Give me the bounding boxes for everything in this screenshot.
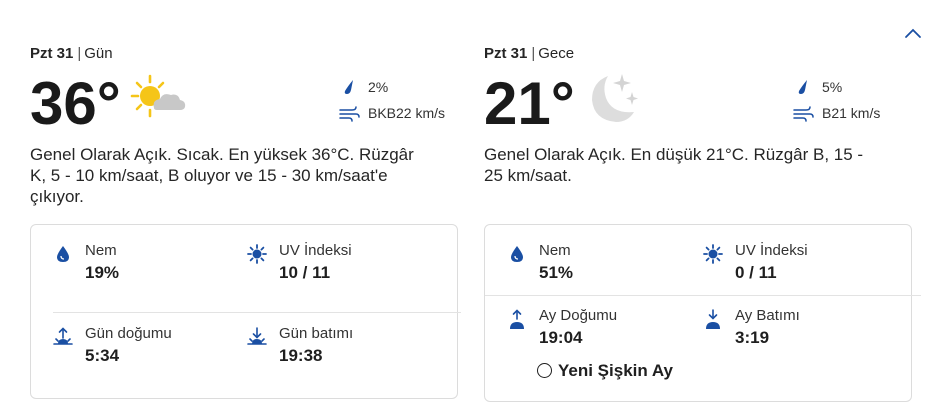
humidity-label: Nem (85, 242, 117, 259)
card-divider (53, 312, 461, 313)
day-precipitation: 2% (368, 79, 389, 95)
humidity-drop-icon (507, 244, 527, 264)
raindrop-icon (342, 78, 364, 96)
moon-phase-label: Yeni Şişkin Ay (558, 361, 673, 380)
humidity-drop-icon (53, 244, 73, 264)
moonrise-label: Ay Doğumu (539, 307, 618, 324)
moon-phase-icon (537, 363, 552, 378)
sunrise-cell: Gün doğumu 5:34 (53, 325, 223, 371)
header-separator: | (531, 45, 536, 62)
night-main-row: 21° 5% B21 km/s (484, 70, 914, 142)
uv-index-cell: UV İndeksi 10 / 11 (247, 242, 417, 288)
day-wind: BKB22 km/s (368, 105, 446, 121)
sunset-cell: Gün batımı 19:38 (247, 325, 417, 371)
sunrise-value: 5:34 (85, 346, 120, 365)
sunrise-icon (53, 327, 73, 347)
wind-metric: B21 km/s (792, 102, 912, 128)
day-details-card: Nem 19% UV İndeksi 10 / 11 Gün doğumu 5:… (30, 224, 461, 399)
uv-sun-icon (247, 244, 267, 264)
day-date: Pzt 31 (30, 45, 74, 62)
uv-index-label: UV İndeksi (279, 242, 352, 259)
precipitation-metric: 5% (792, 76, 912, 102)
moonrise-value: 19:04 (539, 328, 583, 347)
night-details-card: Nem 51% UV İndeksi 0 / 11 Ay Doğumu 19:0… (484, 224, 921, 402)
uv-index-value: 0 / 11 (735, 263, 777, 282)
day-description: Genel Olarak Açık. Sıcak. En yüksek 36°C… (30, 145, 414, 206)
wind-metric: BKB22 km/s (338, 102, 458, 128)
uv-sun-icon (703, 244, 723, 264)
humidity-cell: Nem 51% (507, 242, 677, 288)
moon-phase: Yeni Şişkin Ay (537, 361, 673, 381)
night-precipitation: 5% (822, 79, 843, 95)
moonset-icon (703, 309, 723, 329)
wind-icon (338, 104, 360, 122)
night-period: Gece (538, 45, 575, 62)
wind-icon (792, 104, 814, 122)
night-forecast-panel: Pzt 31 | Gece 21° 5% B21 km/s Genel Olar… (484, 44, 921, 402)
night-description: Genel Olarak Açık. En düşük 21°C. Rüzgâr… (484, 145, 864, 185)
night-date: Pzt 31 (484, 45, 528, 62)
night-wind: B21 km/s (822, 105, 881, 121)
uv-index-cell: UV İndeksi 0 / 11 (703, 242, 873, 288)
moonrise-icon (507, 309, 527, 329)
uv-index-value: 10 / 11 (279, 263, 331, 282)
sunset-value: 19:38 (279, 346, 323, 365)
header-separator: | (77, 45, 82, 62)
precipitation-metric: 2% (338, 76, 458, 102)
day-period: Gün (84, 45, 113, 62)
night-panel-header: Pzt 31 | Gece (484, 44, 914, 66)
day-metrics: 2% BKB22 km/s (338, 76, 458, 128)
day-temperature: 36° (30, 70, 121, 137)
moonrise-cell: Ay Doğumu 19:04 (507, 307, 677, 353)
raindrop-icon (796, 78, 818, 96)
day-panel-header: Pzt 31 | Gün (30, 44, 460, 66)
sunrise-label: Gün doğumu (85, 325, 172, 342)
day-main-row: 36° 2% BKB22 km/s (30, 70, 460, 142)
night-metrics: 5% B21 km/s (792, 76, 912, 128)
moon-stars-icon (582, 70, 642, 122)
humidity-value: 51% (539, 263, 574, 282)
humidity-label: Nem (539, 242, 571, 259)
sunset-icon (247, 327, 267, 347)
humidity-value: 19% (85, 263, 120, 282)
card-divider (485, 295, 921, 296)
moonset-cell: Ay Batımı 3:19 (703, 307, 873, 353)
humidity-cell: Nem 19% (53, 242, 223, 288)
uv-index-label: UV İndeksi (735, 242, 808, 259)
moonset-label: Ay Batımı (735, 307, 800, 324)
sun-cloud-icon (128, 72, 188, 124)
sunset-label: Gün batımı (279, 325, 354, 342)
night-temperature: 21° (484, 70, 575, 137)
day-forecast-panel: Pzt 31 | Gün 36° 2% BKB22 km/s Genel Ola… (30, 44, 461, 399)
collapse-chevron-up-icon[interactable] (902, 24, 924, 44)
moonset-value: 3:19 (735, 328, 770, 347)
